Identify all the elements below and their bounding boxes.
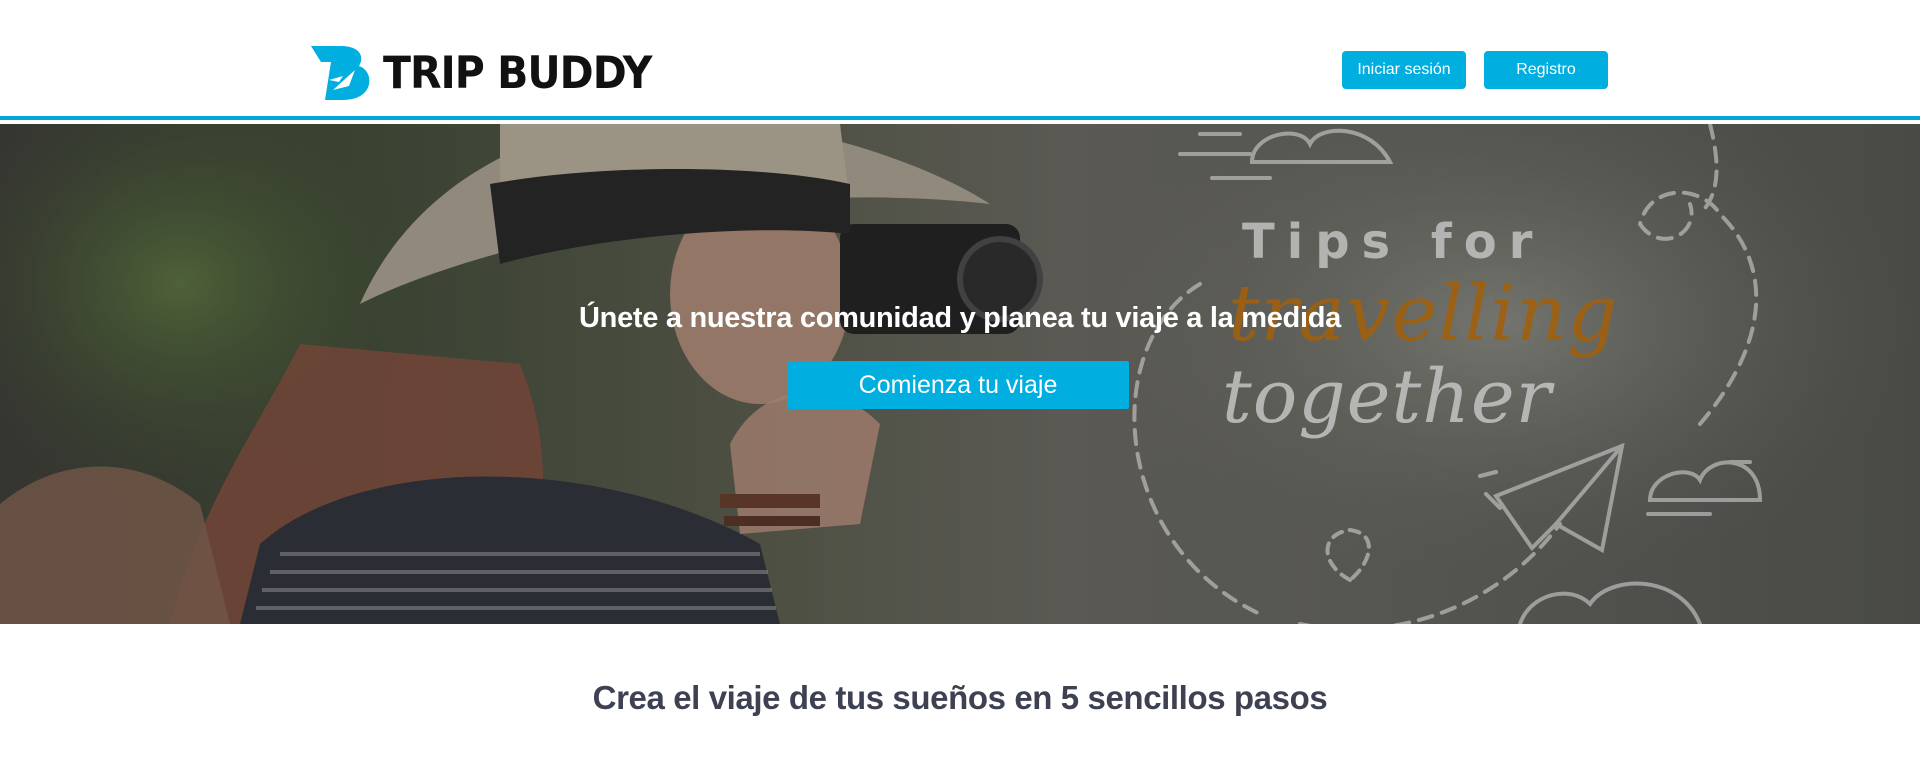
start-trip-button[interactable]: Comienza tu viaje	[787, 361, 1129, 409]
site-logo[interactable]: TRIP BUDDY	[311, 46, 652, 100]
site-header: TRIP BUDDY Iniciar sesión Registro	[0, 0, 1920, 120]
hero-title: Únete a nuestra comunidad y planea tu vi…	[579, 302, 1341, 334]
artwork-tips-for: Tips for	[1242, 214, 1545, 270]
hero-banner: Tips for travelling together Únete a nue…	[0, 124, 1920, 624]
steps-section-title: Crea el viaje de tus sueños en 5 sencill…	[592, 679, 1328, 716]
artwork-together: together	[1222, 354, 1553, 440]
site-logo-text: TRIP BUDDY	[383, 47, 652, 99]
tripbuddy-logo-icon	[311, 46, 370, 100]
login-button[interactable]: Iniciar sesión	[1342, 51, 1466, 89]
register-button[interactable]: Registro	[1484, 51, 1608, 89]
